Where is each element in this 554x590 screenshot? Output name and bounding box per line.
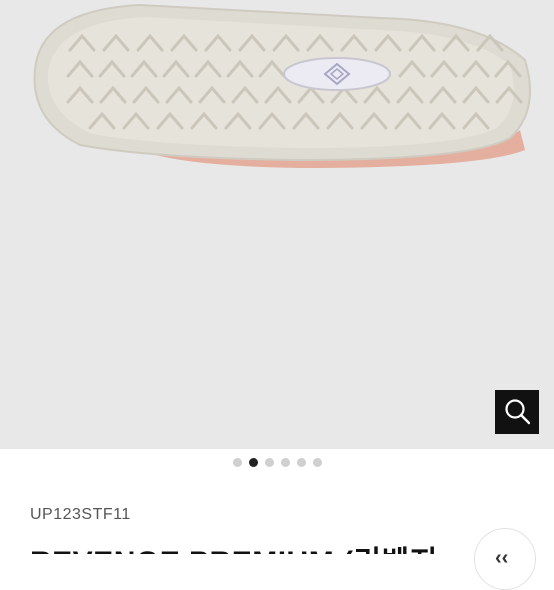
product-code: UP123STF11	[30, 506, 131, 523]
carousel-pagination[interactable]	[0, 452, 554, 472]
share-button[interactable]: ‹‹	[474, 528, 536, 590]
carousel-dot[interactable]	[248, 457, 258, 467]
shoe-sole-image	[33, 3, 531, 168]
zoom-button[interactable]	[495, 390, 539, 434]
product-image-gallery[interactable]	[0, 0, 554, 449]
carousel-dot[interactable]	[232, 457, 242, 467]
carousel-dot[interactable]	[264, 457, 274, 467]
carousel-dot[interactable]	[296, 457, 306, 467]
share-icon: ‹‹	[495, 547, 509, 569]
magnifier-icon	[505, 399, 530, 425]
carousel-dot[interactable]	[312, 457, 322, 467]
carousel-dot[interactable]	[280, 457, 290, 467]
product-title: REVENGE PREMIUM (리벤지	[30, 537, 438, 554]
